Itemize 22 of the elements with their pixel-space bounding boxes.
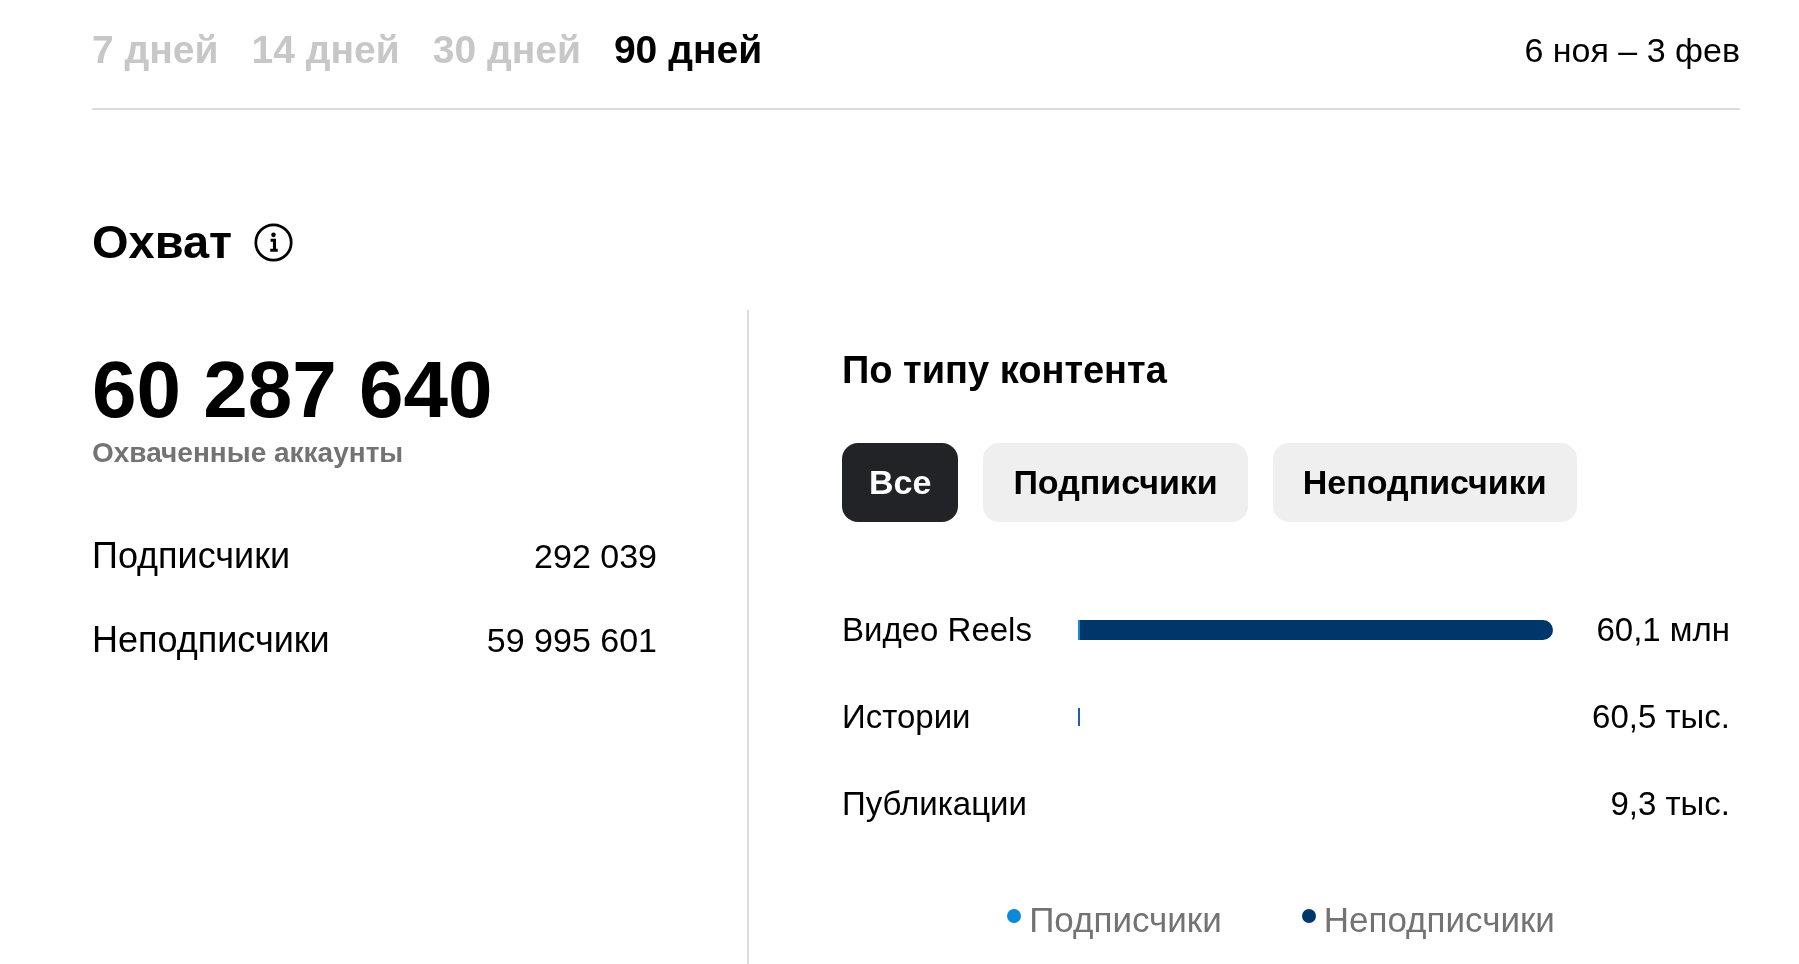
info-icon[interactable] <box>254 222 294 262</box>
legend-label: Подписчики <box>1029 899 1222 941</box>
content-type-value: 60,1 млн <box>1595 609 1730 650</box>
filter-chip[interactable]: Подписчики <box>983 443 1248 522</box>
filter-chip[interactable]: Все <box>842 443 959 522</box>
content-type-value: 9,3 тыс. <box>1609 783 1730 824</box>
section-title: Охват <box>92 214 233 270</box>
breakdown-value: 59 995 601 <box>486 620 657 661</box>
content-type-label: Видео Reels <box>842 609 1033 650</box>
breakdown-label: Неподписчики <box>92 618 330 662</box>
content-type-value: 60,5 тыс. <box>1591 696 1730 737</box>
filter-chip[interactable]: Неподписчики <box>1272 443 1577 522</box>
total-caption: Охваченные аккаунты <box>92 436 405 470</box>
content-type-label: Публикации <box>842 783 1028 824</box>
date-range: 6 ноя – 3 фев <box>1524 30 1740 71</box>
content-type-label: Истории <box>842 696 972 737</box>
legend-label: Неподписчики <box>1323 899 1555 941</box>
breakdown-value: 292 039 <box>534 536 657 577</box>
chart-title: По типу контента <box>842 348 1168 392</box>
period-tab[interactable]: 90 дней <box>613 22 763 78</box>
breakdown-label: Подписчики <box>92 534 291 578</box>
total-reach: 60 287 640 <box>92 350 494 430</box>
